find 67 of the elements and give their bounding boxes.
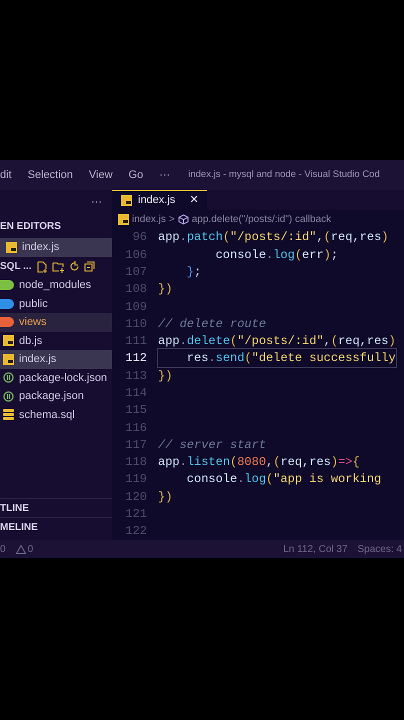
file-tree-item[interactable]: views: [0, 313, 112, 332]
js-file-icon: [3, 354, 14, 365]
new-file-icon[interactable]: [36, 260, 48, 272]
breadcrumb-separator: >: [168, 212, 175, 227]
line-number: 113: [124, 368, 148, 385]
refresh-icon[interactable]: [68, 261, 80, 272]
section-header[interactable]: EN EDITORS: [0, 218, 61, 234]
database-icon: [3, 409, 14, 420]
warning-icon: [16, 544, 26, 554]
code-line: res.send("delete successfully: [158, 349, 396, 368]
folder-header[interactable]: SQL ...: [0, 259, 32, 274]
file-tree-item[interactable]: public: [0, 294, 112, 313]
line-number: 118: [124, 454, 148, 472]
line-number: 116: [124, 420, 148, 437]
json-file-icon: [3, 372, 14, 384]
line-number: 117: [124, 436, 148, 454]
editor-tab[interactable]: index.js ✕: [112, 190, 208, 210]
code-line: };: [186, 264, 202, 281]
line-number: 114: [124, 384, 148, 402]
code-line: console.log(err);: [214, 246, 338, 264]
line-number: 120: [124, 488, 148, 506]
line-number: 108: [124, 281, 148, 298]
window-title: index.js - mysql and node - Visual Studio Cod: [188, 168, 380, 182]
line-number: 119: [124, 471, 148, 488]
js-file-icon: [118, 214, 129, 225]
menu-item[interactable]: Selection: [20, 166, 81, 184]
line-number: 107: [124, 264, 148, 281]
line-number: 109: [124, 298, 148, 316]
collapse-icon[interactable]: [84, 261, 94, 272]
line-number: 112: [124, 350, 148, 368]
code-line: }): [158, 281, 172, 298]
more-actions[interactable]: ···: [91, 194, 102, 210]
line-number: 115: [124, 402, 148, 420]
code-line: console.log("app is working: [186, 471, 382, 488]
code-line: app.listen(8080,(req,res)=>{: [158, 454, 360, 472]
js-file-icon: [121, 195, 132, 206]
line-number: 122: [124, 523, 148, 540]
cube-icon: [178, 214, 189, 225]
file-tree-item[interactable]: index.js: [0, 350, 112, 368]
line-number: 96: [132, 229, 148, 246]
line-number: 110: [124, 316, 148, 333]
menu-item[interactable]: dit: [0, 166, 20, 184]
js-file-icon: [3, 335, 14, 346]
line-number: 121: [124, 506, 148, 524]
file-tree-item[interactable]: schema.sql: [0, 406, 112, 424]
menu-item[interactable]: Go: [120, 166, 152, 184]
menu-item[interactable]: View: [80, 166, 121, 184]
breadcrumb-item[interactable]: app.delete("/posts/:id") callback: [192, 212, 332, 227]
breadcrumb-item[interactable]: index.js: [132, 212, 166, 227]
code-line: }): [158, 488, 172, 506]
code-line: app.delete("/posts/:id",(req,res): [158, 333, 396, 350]
file-tree-item[interactable]: package.json: [0, 387, 112, 406]
code-line: }): [158, 368, 172, 385]
code-line: // delete route: [158, 316, 266, 333]
file-tree-item[interactable]: db.js: [0, 332, 112, 350]
new-folder-icon[interactable]: [52, 260, 64, 272]
line-number: 106: [124, 246, 148, 264]
close-icon[interactable]: ✕: [189, 192, 198, 209]
js-file-icon: [6, 242, 17, 253]
menu-item[interactable]: ···: [151, 166, 178, 184]
code-line: // server start: [158, 436, 266, 454]
open-editor-item[interactable]: index.js: [0, 238, 112, 257]
line-number: 111: [124, 333, 148, 350]
json-file-icon: [3, 390, 14, 402]
code-line: app.patch("/posts/:id",(req,res): [158, 229, 388, 246]
file-tree-item[interactable]: package-lock.json: [0, 368, 112, 387]
file-tree-item[interactable]: node_modules: [0, 276, 112, 294]
